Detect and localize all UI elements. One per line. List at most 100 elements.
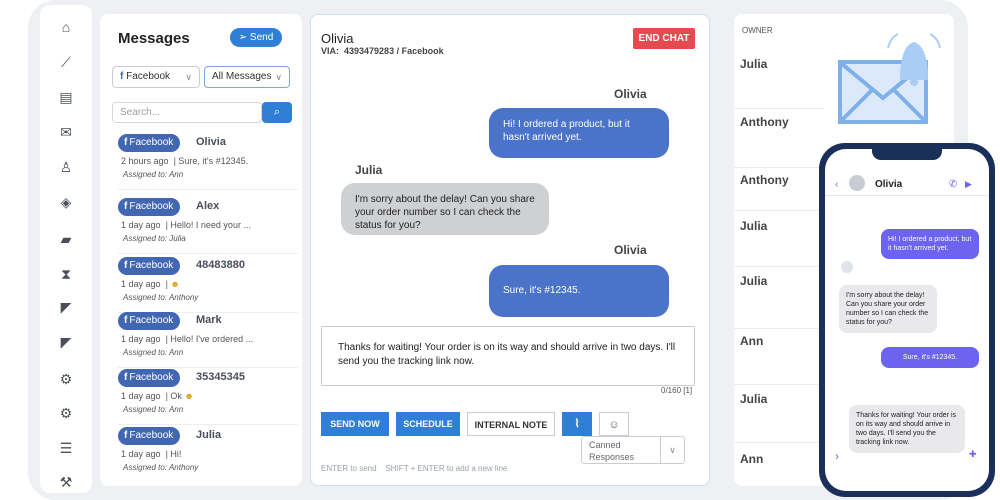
- conversation-meta: 1 day ago | ☻: [121, 279, 180, 289]
- send-button[interactable]: ➢ Send: [230, 28, 282, 47]
- facebook-badge: f Facebook: [118, 312, 181, 330]
- facebook-badge: f Facebook: [118, 134, 181, 152]
- list-icon[interactable]: ☰: [56, 438, 76, 458]
- phone-message-customer: Hi! I ordered a product, but it hasn't a…: [881, 229, 979, 259]
- search-icon: ⌕: [273, 106, 281, 118]
- megaphone-icon[interactable]: ◤: [56, 332, 76, 352]
- chevron-down-icon: ∨: [185, 72, 192, 82]
- chat-icon[interactable]: ▤: [56, 87, 76, 107]
- hourglass-icon[interactable]: ⧗: [56, 264, 76, 284]
- conversation-preview: | Hello! I've ordered ...: [165, 334, 254, 344]
- search-button[interactable]: ⌕: [262, 102, 292, 123]
- conversation-item[interactable]: f Facebook Alex 1 day ago | Hello! I need…: [118, 198, 298, 254]
- owner-column-header: OWNER: [742, 26, 773, 35]
- message-speaker: Olivia: [614, 87, 647, 101]
- row-divider: [734, 210, 824, 211]
- search-input[interactable]: Search...: [112, 102, 262, 123]
- canned-responses-select[interactable]: Canned Responses ∨: [581, 436, 685, 464]
- channel-filter-select[interactable]: f Facebook ∨: [112, 66, 200, 88]
- conversation-assignee: Assigned to: Ann: [123, 405, 184, 414]
- gear-icon[interactable]: ⚙: [56, 403, 76, 423]
- message-speaker: Julia: [355, 163, 383, 177]
- keyboard-hint: ENTER to send SHIFT + ENTER to add a new…: [321, 464, 508, 473]
- phone-contact-name: Olivia: [875, 179, 903, 190]
- mail-icon[interactable]: ✉: [56, 122, 76, 142]
- tag-icon[interactable]: ◈: [56, 192, 76, 212]
- message-speaker: Olivia: [614, 243, 647, 257]
- phone-message-customer: Sure, it's #12345.: [881, 347, 979, 368]
- facebook-badge: f Facebook: [118, 257, 181, 275]
- avatar: [841, 261, 853, 273]
- conversation-assignee: Assigned to: Ann: [123, 170, 184, 179]
- row-divider: [734, 384, 824, 385]
- megaphone-icon[interactable]: ◤: [56, 297, 76, 317]
- conversation-meta: 1 day ago | Hello! I've ordered ...: [121, 334, 253, 344]
- nav-rail: ⌂ ⟋ ▤ ✉ ♙ ◈ ▰ ⧗ ◤ ◤ ⚙ ⚙ ☰ ⚒: [40, 5, 92, 493]
- facebook-badge: f Facebook: [118, 198, 181, 216]
- home-icon[interactable]: ⌂: [56, 17, 76, 37]
- conversation-time: 1 day ago: [121, 391, 161, 401]
- messages-panel: Messages ➢ Send f Facebook ∨ All Message…: [100, 14, 302, 486]
- conversation-item[interactable]: f Facebook Julia 1 day ago | Hi! Assigned…: [118, 427, 298, 483]
- facebook-badge: f Facebook: [118, 369, 181, 387]
- message-bubble-customer: Hi! I ordered a product, but it hasn't a…: [489, 108, 669, 158]
- end-chat-button[interactable]: END CHAT: [633, 28, 695, 49]
- conversation-name: 35345345: [196, 371, 245, 383]
- conversation-preview: |: [165, 279, 168, 289]
- conversation-meta: 2 hours ago | Sure, it's #12345.: [121, 156, 248, 166]
- conversation-item[interactable]: f Facebook 35345345 1 day ago | Ok ☻ Assi…: [118, 369, 298, 425]
- conversation-meta: 1 day ago | Hello! I need your ...: [121, 220, 251, 230]
- attach-button[interactable]: ⌇: [562, 412, 592, 436]
- back-chevron-icon[interactable]: ‹: [835, 179, 838, 190]
- owner-name: Anthony: [740, 173, 789, 187]
- phone-call-icon[interactable]: ✆: [949, 179, 957, 190]
- schedule-button[interactable]: SCHEDULE: [396, 412, 460, 436]
- conversation-time: 1 day ago: [121, 220, 161, 230]
- conversation-time: 2 hours ago: [121, 156, 169, 166]
- conversation-meta: 1 day ago | Hi!: [121, 449, 181, 459]
- brush-icon[interactable]: ⟋: [56, 52, 76, 72]
- channel-label: Facebook: [129, 137, 174, 148]
- message-input[interactable]: Thanks for waiting! Your order is on its…: [321, 326, 695, 386]
- wrench-icon[interactable]: ⚒: [56, 472, 76, 492]
- message-filter-value: All Messages: [212, 71, 272, 82]
- owner-name: Julia: [740, 57, 768, 71]
- facebook-badge: f Facebook: [118, 427, 181, 445]
- conversation-item[interactable]: f Facebook Olivia 2 hours ago | Sure, it'…: [118, 134, 298, 190]
- message-bubble-customer: Sure, it's #12345.: [489, 265, 669, 317]
- emoji-button[interactable]: ☺: [599, 412, 629, 436]
- conversation-assignee: Assigned to: Ann: [123, 348, 184, 357]
- chevron-down-icon: ∨: [660, 437, 684, 463]
- folder-icon[interactable]: ▰: [56, 229, 76, 249]
- facebook-icon: f: [124, 372, 128, 383]
- thumbs-up-icon[interactable]: ✚: [969, 449, 977, 460]
- avatar: [849, 175, 865, 191]
- chat-via: VIA: 4393479283 / Facebook: [321, 46, 444, 56]
- video-call-icon[interactable]: ▶: [965, 179, 972, 190]
- conversation-assignee: Assigned to: Anthony: [123, 293, 199, 302]
- conversation-item[interactable]: f Facebook Mark 1 day ago | Hello! I've o…: [118, 312, 298, 368]
- gear-icon[interactable]: ⚙: [56, 369, 76, 389]
- user-icon[interactable]: ♙: [56, 157, 76, 177]
- row-divider: [734, 167, 824, 168]
- message-filter-select[interactable]: All Messages ∨: [204, 66, 290, 88]
- send-label: Send: [249, 32, 274, 43]
- conversation-name: Alex: [196, 200, 220, 212]
- chevron-down-icon: ∨: [275, 72, 282, 82]
- phone-notch: [872, 149, 942, 160]
- chevron-right-icon[interactable]: ›: [835, 449, 839, 463]
- emoji-icon: ☻: [184, 391, 194, 401]
- owner-name: Julia: [740, 392, 768, 406]
- internal-note-button[interactable]: INTERNAL NOTE: [467, 412, 555, 436]
- character-counter: 0/160 [1]: [661, 386, 693, 395]
- owner-name: Julia: [740, 219, 768, 233]
- phone-message-agent: I'm sorry about the delay! Can you share…: [839, 285, 937, 333]
- phone-mockup: ‹ Olivia ✆ ▶ Hi! I ordered a product, bu…: [819, 143, 995, 497]
- owner-name: Ann: [740, 452, 764, 466]
- emoji-icon: ☻: [170, 279, 180, 289]
- row-divider: [734, 266, 824, 267]
- send-now-button[interactable]: SEND NOW: [321, 412, 389, 436]
- conversation-preview: | Ok: [165, 391, 182, 401]
- conversation-item[interactable]: f Facebook 48483880 1 day ago | ☻ Assigne…: [118, 257, 298, 313]
- send-icon: ➢: [238, 32, 248, 43]
